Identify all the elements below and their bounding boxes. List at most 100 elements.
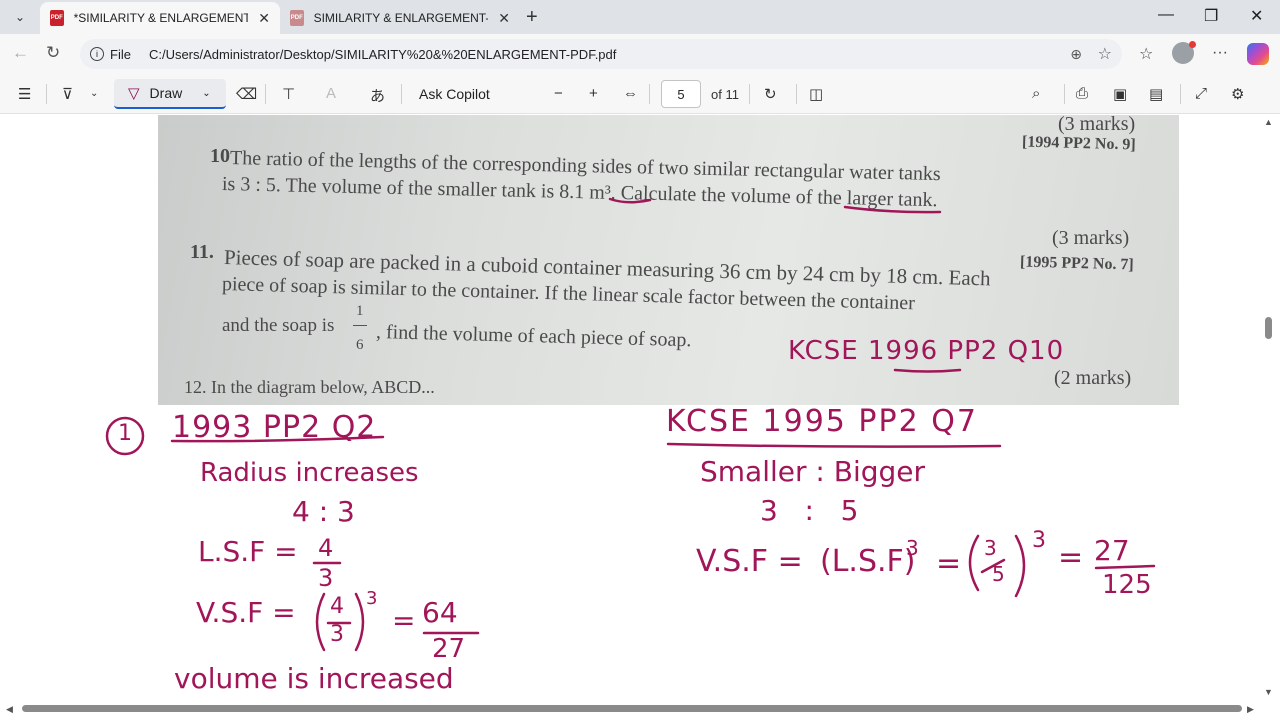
close-window-icon[interactable]: ✕: [1250, 6, 1263, 26]
highlight-icon[interactable]: ⊽: [62, 85, 73, 103]
ink-right-exp2: 3: [1032, 528, 1046, 553]
copilot-icon[interactable]: [1247, 43, 1269, 65]
divider: [1064, 84, 1065, 104]
q11-line3a: and the soap is: [222, 315, 335, 336]
translate-icon[interactable]: あ: [370, 85, 385, 106]
read-aloud-icon: A: [326, 85, 337, 102]
ink-right-frac-5: 5: [992, 562, 1005, 586]
ink-vsf-den: 27: [432, 634, 466, 664]
ink-vsf-exp: 3: [366, 588, 378, 609]
ink-right-eq2: =: [1058, 540, 1084, 575]
rotate-icon[interactable]: ↻: [764, 85, 777, 103]
pdf-file-icon: PDF: [290, 10, 304, 26]
contents-icon[interactable]: ☰: [18, 85, 31, 103]
ink-vsf-num: 64: [422, 596, 458, 629]
minimize-icon[interactable]: —: [1158, 6, 1174, 24]
fraction-bar: [353, 325, 367, 326]
draw-button[interactable]: ▽ Draw ⌄: [114, 79, 226, 109]
fullscreen-icon[interactable]: ⤢: [1195, 85, 1207, 102]
fit-width-icon[interactable]: ⇔: [623, 85, 638, 102]
eraser-icon[interactable]: ⌫: [236, 85, 257, 103]
close-tab-icon[interactable]: ✕: [258, 10, 270, 27]
tab-pdf[interactable]: PDF SIMILARITY & ENLARGEMENT-PDF.pdf ✕: [280, 2, 520, 34]
ink-right-eq1: =: [936, 546, 962, 581]
vertical-scrollbar[interactable]: [1258, 115, 1280, 701]
search-icon[interactable]: ⌕: [1032, 85, 1040, 102]
ink-conclusion: volume is increased: [174, 662, 454, 695]
ink-vsf-frac-den: 3: [330, 622, 344, 647]
q11-frac-den: 6: [356, 337, 364, 353]
ink-right-line1: Smaller : Bigger: [700, 455, 926, 488]
zoom-out-icon[interactable]: −: [554, 85, 563, 102]
scroll-right-arrow-icon[interactable]: ▶: [1247, 704, 1254, 715]
text-box-icon[interactable]: ⊤: [282, 85, 295, 103]
q11-frac-num: 1: [356, 303, 364, 319]
scroll-down-arrow-icon[interactable]: ▼: [1264, 687, 1273, 697]
ink-lsf-label: L.S.F =: [198, 535, 298, 568]
q10-marks: (3 marks): [1052, 227, 1130, 249]
q11-line3b: , find the volume of each piece of soap.: [375, 321, 692, 352]
address-bar-row: ← ↻ i File C:/Users/Administrator/Deskto…: [0, 34, 1280, 74]
page-number-input[interactable]: 5: [661, 80, 701, 108]
ink-left-line1: Radius increases: [200, 458, 419, 488]
ink-right-frac-3: 3: [984, 536, 997, 560]
horizontal-scroll-thumb[interactable]: [22, 705, 1242, 712]
ink-circle-number: 1: [118, 421, 132, 446]
ink-lsf-num: 4: [318, 534, 334, 562]
chevron-down-icon[interactable]: ⌄: [202, 88, 210, 99]
ask-copilot-button[interactable]: Ask Copilot: [419, 86, 490, 102]
ink-lsf-den: 3: [318, 564, 334, 592]
ink-right-exp1: 3: [906, 536, 919, 560]
settings-gear-icon[interactable]: ⚙: [1231, 85, 1244, 103]
ink-right-heading: KCSE 1995 PP2 Q7: [666, 404, 978, 439]
back-icon[interactable]: ←: [12, 43, 29, 63]
vertical-scroll-thumb[interactable]: [1265, 317, 1272, 339]
zoom-icon[interactable]: ⊕: [1070, 46, 1082, 63]
ink-left-ratio: 4 : 3: [292, 495, 355, 528]
favorites-icon[interactable]: ☆: [1139, 44, 1153, 64]
ink-vsf-label: V.S.F =: [196, 596, 296, 629]
save-as-icon[interactable]: ▤: [1149, 85, 1163, 103]
page-count: of 11: [711, 87, 739, 102]
save-icon[interactable]: ▣: [1113, 85, 1127, 103]
close-tab-icon[interactable]: ✕: [498, 10, 510, 27]
notification-dot: [1189, 41, 1196, 48]
divider: [265, 84, 266, 104]
ink-right-result-den: 125: [1102, 570, 1152, 600]
divider: [649, 84, 650, 104]
q11-number: 11.: [190, 241, 214, 263]
q10-number: 10: [210, 145, 230, 167]
more-icon[interactable]: ···: [1212, 44, 1228, 62]
ink-left-heading: 1993 PP2 Q2: [172, 410, 377, 445]
page-view-icon[interactable]: ◫: [809, 85, 823, 103]
zoom-in-icon[interactable]: +: [589, 85, 598, 102]
divider: [401, 84, 402, 104]
draw-label: Draw: [149, 85, 183, 101]
address-field[interactable]: i File C:/Users/Administrator/Desktop/SI…: [80, 39, 1122, 69]
scroll-left-arrow-icon[interactable]: ◀: [6, 704, 13, 715]
divider: [749, 84, 750, 104]
reload-icon[interactable]: ↻: [46, 43, 60, 63]
favorite-star-icon[interactable]: ☆: [1098, 44, 1112, 64]
tab-title: SIMILARITY & ENLARGEMENT-PDF.pdf: [313, 11, 489, 25]
divider: [1180, 84, 1181, 104]
highlight-dropdown-icon[interactable]: ⌄: [90, 88, 98, 99]
tab-pdf-active[interactable]: PDF *SIMILARITY & ENLARGEMENT-PDF.pdf ✕: [40, 2, 280, 34]
divider: [796, 84, 797, 104]
ink-vsf-eq: =: [392, 604, 416, 637]
tab-actions-menu-icon[interactable]: ⌄: [8, 5, 32, 29]
q11-marks: (2 marks): [1054, 367, 1132, 389]
pdf-toolbar: ☰ ⊽ ⌄ ▽ Draw ⌄ ⌫ ⊤ A あ Ask Copilot − + ⇔…: [0, 74, 1280, 114]
info-icon[interactable]: i: [90, 47, 104, 61]
ink-right-line2: 3 : 5: [760, 494, 859, 527]
new-tab-icon[interactable]: +: [526, 6, 538, 29]
ink-vsf-frac-num: 4: [330, 594, 344, 619]
restore-icon[interactable]: ❐: [1204, 6, 1218, 26]
ink-right-vsf-label: V.S.F =: [696, 544, 803, 579]
q12-partial: 12. In the diagram below, ABCD...: [184, 377, 435, 397]
ink-right-result-num: 27: [1094, 534, 1130, 567]
prev-marks: (3 marks): [1058, 115, 1136, 135]
pdf-file-icon: PDF: [50, 10, 64, 26]
print-icon[interactable]: ⎙: [1076, 85, 1088, 102]
scroll-up-arrow-icon[interactable]: ▲: [1264, 117, 1273, 127]
